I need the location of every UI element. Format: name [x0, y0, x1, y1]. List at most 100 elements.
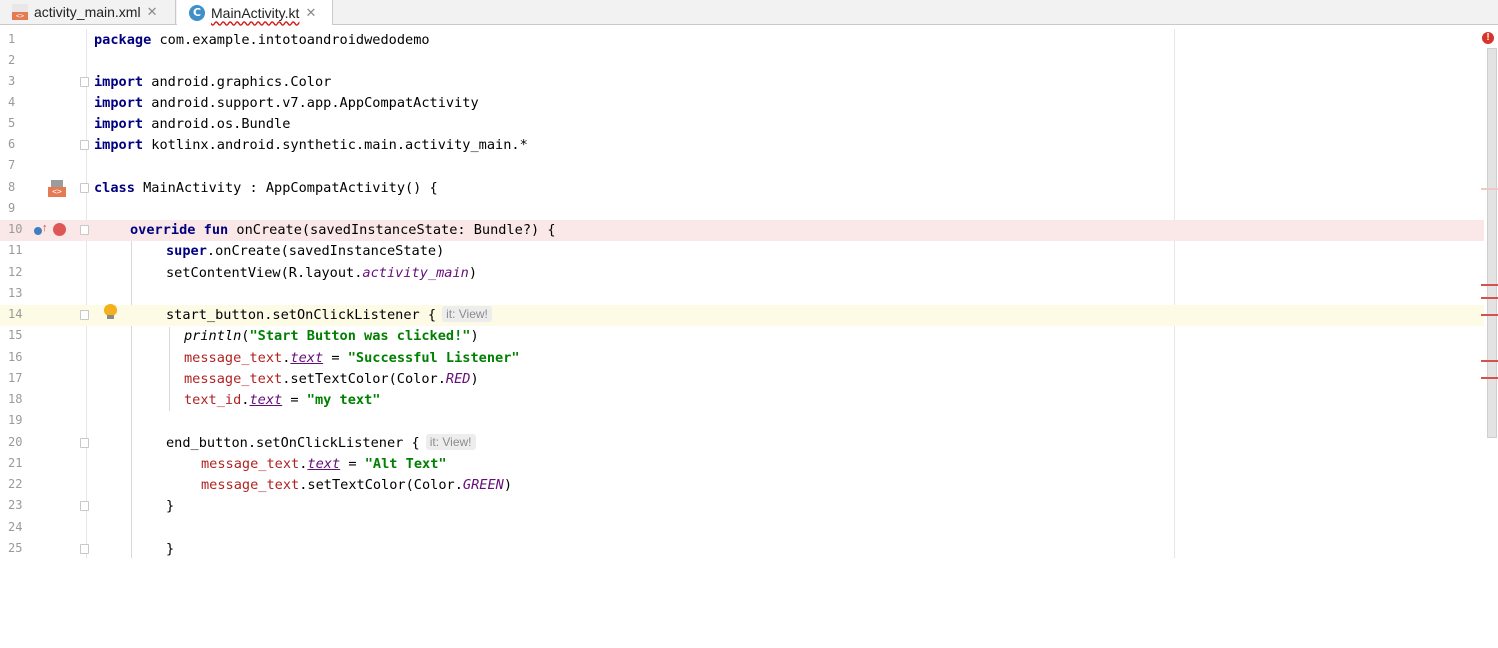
fold-marker[interactable]: [80, 183, 89, 193]
code-line[interactable]: 9: [0, 199, 1484, 220]
code-text: text_id.text = "my text": [184, 392, 381, 408]
line-number: 2: [8, 53, 16, 67]
parameter-hint: it: View!: [442, 306, 492, 322]
code-text: import android.graphics.Color: [94, 74, 332, 90]
line-number: 10: [8, 222, 23, 236]
editor-tab-bar: activity_main.xml ✕ MainActivity.kt ✕: [0, 0, 1498, 25]
code-line[interactable]: 23 }: [0, 496, 1484, 517]
error-stripe-mark[interactable]: [1481, 297, 1498, 299]
error-stripe-mark[interactable]: [1481, 314, 1498, 316]
code-line[interactable]: 3 import android.graphics.Color: [0, 72, 1484, 93]
line-number: 24: [8, 520, 23, 534]
code-text: class MainActivity : AppCompatActivity()…: [94, 180, 438, 196]
xml-file-icon: [12, 4, 28, 20]
code-text: message_text.text = "Successful Listener…: [184, 350, 520, 366]
error-stripe-mark[interactable]: [1481, 188, 1498, 190]
code-line[interactable]: 16 message_text.text = "Successful Liste…: [0, 348, 1484, 369]
code-text: message_text.text = "Alt Text": [201, 456, 447, 472]
code-text: super.onCreate(savedInstanceState): [166, 243, 445, 259]
line-number: 17: [8, 371, 23, 385]
code-text: message_text.setTextColor(Color.GREEN): [201, 477, 513, 493]
code-text: override fun onCreate(savedInstanceState…: [130, 222, 556, 238]
error-indicator-icon[interactable]: !: [1482, 32, 1494, 44]
tab-mainactivity-kt[interactable]: MainActivity.kt ✕: [177, 0, 333, 25]
line-number: 19: [8, 413, 23, 427]
code-line[interactable]: 2: [0, 51, 1484, 72]
code-line[interactable]: 5 import android.os.Bundle: [0, 114, 1484, 135]
code-line[interactable]: 19: [0, 411, 1484, 432]
line-number: 11: [8, 243, 23, 257]
code-line[interactable]: 13: [0, 284, 1484, 305]
code-line[interactable]: 25 }: [0, 539, 1484, 558]
line-number: 5: [8, 116, 16, 130]
line-number: 21: [8, 456, 23, 470]
vertical-scrollbar[interactable]: [1487, 48, 1497, 438]
class-layout-icon[interactable]: <>: [48, 180, 66, 197]
line-number: 15: [8, 328, 23, 342]
line-number: 25: [8, 541, 23, 555]
line-number: 23: [8, 498, 23, 512]
code-line[interactable]: 1 package com.example.intotoandroidwedod…: [0, 30, 1484, 51]
code-line[interactable]: 24: [0, 518, 1484, 539]
error-stripe-mark[interactable]: [1481, 284, 1498, 286]
code-line[interactable]: 6 import kotlinx.android.synthetic.main.…: [0, 135, 1484, 156]
override-method-icon[interactable]: ↑: [34, 222, 48, 238]
code-text: setContentView(R.layout.activity_main): [166, 265, 478, 281]
line-number: 18: [8, 392, 23, 406]
fold-marker[interactable]: [80, 140, 89, 150]
code-text: start_button.setOnClickListener {it: Vie…: [166, 306, 492, 325]
code-text: package com.example.intotoandroidwedodem…: [94, 32, 430, 48]
fold-marker[interactable]: [80, 544, 89, 554]
breakpoint-icon[interactable]: [53, 223, 66, 236]
parameter-hint: it: View!: [425, 434, 476, 450]
line-number: 14: [8, 307, 23, 321]
tab-label: activity_main.xml: [34, 4, 141, 20]
code-line-breakpoint[interactable]: 10 ↑ override fun onCreate(savedInstance…: [0, 220, 1484, 241]
code-text: import android.support.v7.app.AppCompatA…: [94, 95, 479, 111]
code-text: import kotlinx.android.synthetic.main.ac…: [94, 137, 528, 153]
fold-marker[interactable]: [80, 310, 89, 320]
code-line[interactable]: 4 import android.support.v7.app.AppCompa…: [0, 93, 1484, 114]
line-number: 1: [8, 32, 16, 46]
close-icon[interactable]: ✕: [305, 5, 316, 21]
line-number: 3: [8, 74, 16, 88]
line-number: 13: [8, 286, 23, 300]
code-line[interactable]: 8 <> class MainActivity : AppCompatActiv…: [0, 178, 1484, 199]
code-line[interactable]: 20 end_button.setOnClickListener {it: Vi…: [0, 433, 1484, 454]
code-text: }: [166, 498, 175, 514]
tab-activity-main-xml[interactable]: activity_main.xml ✕: [0, 0, 176, 24]
code-line[interactable]: 11 super.onCreate(savedInstanceState): [0, 241, 1484, 262]
code-line[interactable]: 12 setContentView(R.layout.activity_main…: [0, 263, 1484, 284]
code-text: println("Start Button was clicked!"): [184, 328, 479, 344]
lightbulb-icon[interactable]: [104, 304, 117, 319]
code-text: import android.os.Bundle: [94, 116, 291, 132]
line-number: 7: [8, 158, 16, 172]
code-line[interactable]: 22 message_text.setTextColor(Color.GREEN…: [0, 475, 1484, 496]
code-text: }: [166, 541, 175, 557]
line-number: 8: [8, 180, 16, 194]
tab-label: MainActivity.kt: [211, 4, 300, 21]
fold-marker[interactable]: [80, 438, 89, 448]
line-number: 4: [8, 95, 16, 109]
line-number: 22: [8, 477, 23, 491]
line-number: 20: [8, 435, 23, 449]
fold-marker[interactable]: [80, 501, 89, 511]
code-text: end_button.setOnClickListener {it: View!: [166, 434, 476, 453]
code-line[interactable]: 7: [0, 156, 1484, 177]
code-line-current[interactable]: 14 start_button.setOnClickListener {it: …: [0, 304, 1484, 326]
fold-marker[interactable]: [80, 225, 89, 235]
code-editor[interactable]: 1 package com.example.intotoandroidwedod…: [0, 29, 1498, 558]
line-number: 16: [8, 350, 23, 364]
fold-marker[interactable]: [80, 77, 89, 87]
error-stripe-mark[interactable]: [1481, 377, 1498, 379]
code-line[interactable]: 18 text_id.text = "my text": [0, 390, 1484, 411]
code-line[interactable]: 17 message_text.setTextColor(Color.RED): [0, 369, 1484, 390]
code-line[interactable]: 15 println("Start Button was clicked!"): [0, 326, 1484, 347]
line-number: 9: [8, 201, 16, 215]
kotlin-class-file-icon: [189, 4, 205, 21]
error-stripe-mark[interactable]: [1481, 360, 1498, 362]
code-line[interactable]: 21 message_text.text = "Alt Text": [0, 454, 1484, 475]
close-icon[interactable]: ✕: [147, 4, 158, 20]
line-number: 6: [8, 137, 16, 151]
line-number: 12: [8, 265, 23, 279]
